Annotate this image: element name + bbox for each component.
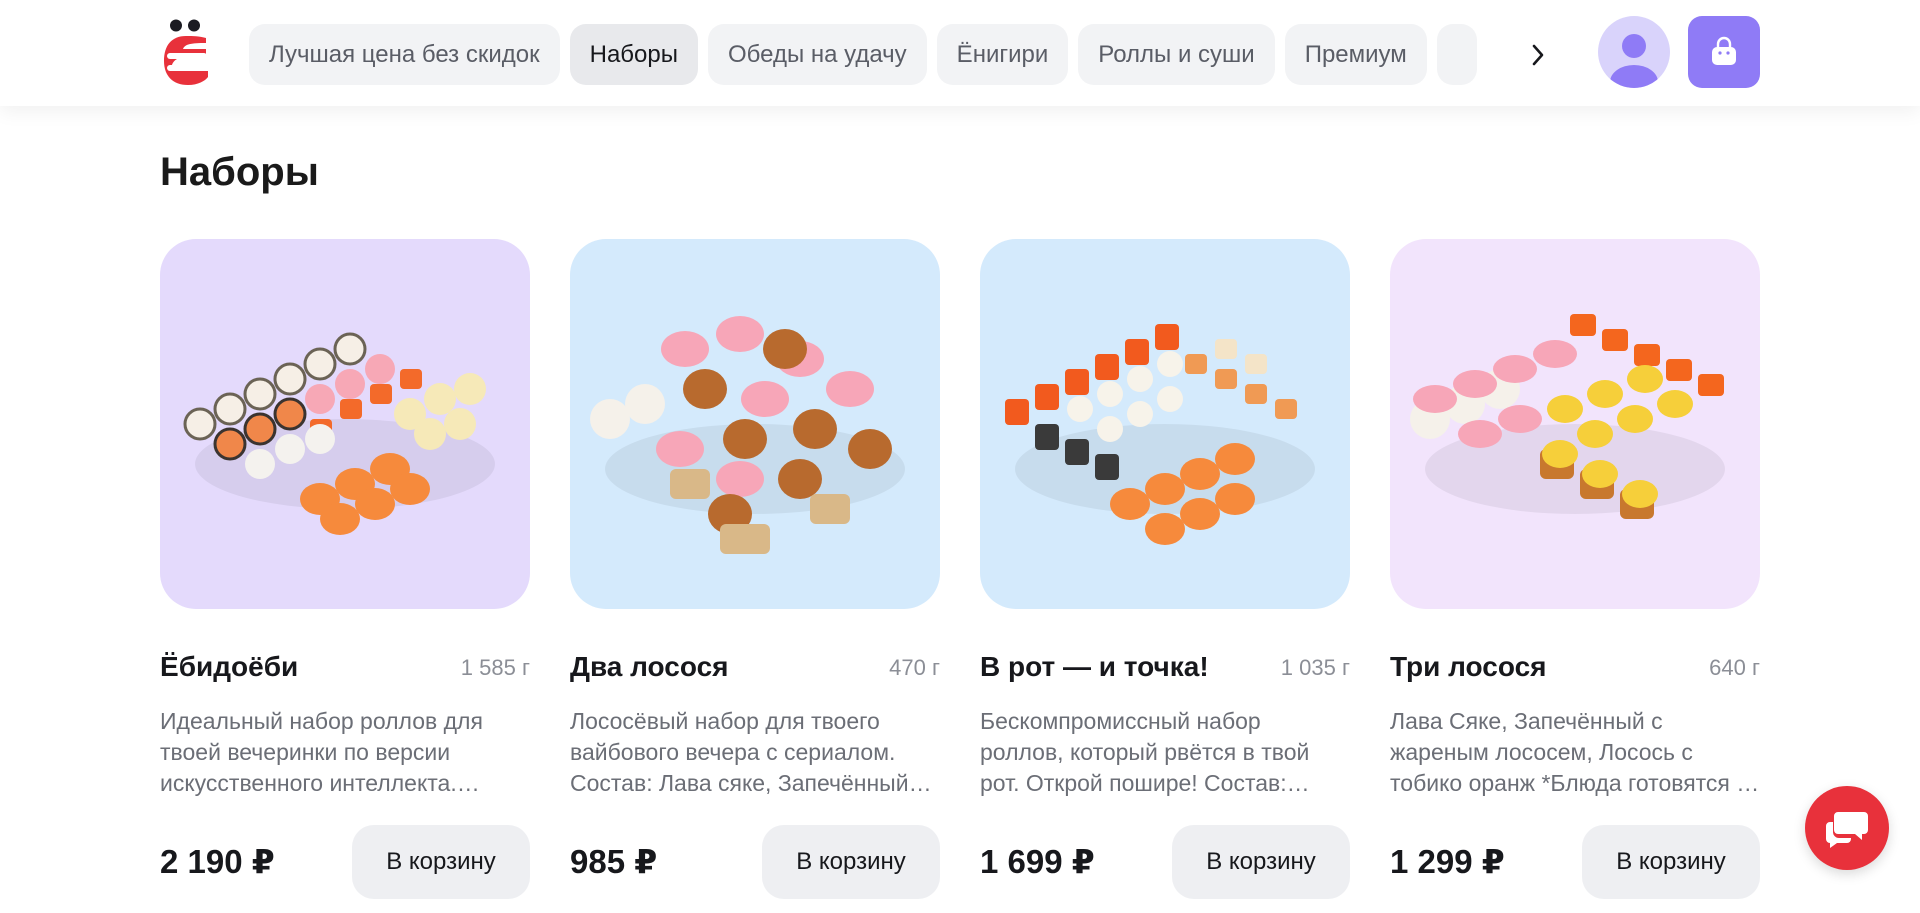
add-to-cart-button[interactable]: В корзину <box>1582 825 1760 899</box>
product-name[interactable]: Три лосося <box>1390 651 1547 683</box>
add-to-cart-button[interactable]: В корзину <box>762 825 940 899</box>
tab-label: Лучшая цена без скидок <box>269 41 540 68</box>
chevron-right-icon <box>1530 43 1546 67</box>
profile-button[interactable] <box>1598 16 1670 88</box>
product-description: Лава Сяке, Запечённый с жареным лососем,… <box>1390 708 1760 796</box>
support-chat-button[interactable] <box>1805 786 1889 870</box>
add-to-cart-button[interactable]: В корзину <box>1172 825 1350 899</box>
product-price: 2 190 ₽ <box>160 843 275 880</box>
product-image[interactable] <box>160 239 530 609</box>
chat-bubbles-icon <box>1824 808 1870 848</box>
site-header: Лучшая цена без скидок Наборы Обеды на у… <box>0 0 1920 106</box>
tab-onigiri[interactable]: Ёнигири <box>936 24 1069 85</box>
sushi-set-illustration <box>1005 324 1315 545</box>
tab-label: Наборы <box>589 41 678 68</box>
page-title: Наборы <box>160 150 319 194</box>
tab-sets[interactable]: Наборы <box>569 24 698 85</box>
product-price: 1 699 ₽ <box>980 843 1095 880</box>
category-tabs: Лучшая цена без скидок Наборы Обеды на у… <box>249 24 1517 86</box>
product-weight: 470 г <box>889 655 940 680</box>
product-weight: 1 585 г <box>460 655 530 680</box>
user-avatar-icon <box>1598 16 1670 88</box>
tab-premium[interactable]: Премиум <box>1284 24 1427 85</box>
shopping-bag-icon <box>1708 36 1740 68</box>
sushi-set-illustration <box>183 332 495 535</box>
product-description: Бескомпромиссный набор роллов, который р… <box>980 708 1310 796</box>
product-description: Идеальный набор роллов для твоей вечерин… <box>160 708 483 796</box>
product-weight: 640 г <box>1709 655 1760 680</box>
product-grid: Ёбидоёби 1 585 г Идеальный набор роллов … <box>160 239 1760 913</box>
add-to-cart-button[interactable]: В корзину <box>352 825 530 899</box>
tab-label: Премиум <box>1304 41 1407 68</box>
tab-best-price[interactable]: Лучшая цена без скидок <box>249 24 560 85</box>
tab-lucky-lunches[interactable]: Обеды на удачу <box>707 24 927 85</box>
tab-label: Обеды на удачу <box>727 41 907 68</box>
tab-label: Ёнигири <box>956 41 1049 68</box>
product-image[interactable] <box>570 239 940 609</box>
sushi-set-illustration <box>1410 314 1725 519</box>
eda-logo-icon[interactable] <box>161 19 211 87</box>
product-image[interactable] <box>980 239 1350 609</box>
tab-rolls-sushi[interactable]: Роллы и суши <box>1078 24 1275 85</box>
sushi-set-illustration <box>590 316 905 554</box>
tab-label: Роллы и суши <box>1098 41 1255 68</box>
product-description: Лососёвый набор для твоего вайбового веч… <box>570 708 909 796</box>
cart-button[interactable] <box>1688 16 1760 88</box>
product-price: 1 299 ₽ <box>1390 843 1505 880</box>
product-weight: 1 035 г <box>1280 655 1350 680</box>
product-name[interactable]: Два лосося <box>570 651 729 683</box>
product-name[interactable]: В рот — и точка! <box>980 651 1209 683</box>
product-image[interactable] <box>1390 239 1760 609</box>
product-price: 985 ₽ <box>570 843 658 880</box>
tabs-scroll-next-button[interactable] <box>1518 24 1558 85</box>
tab-partial[interactable] <box>1436 24 1477 85</box>
product-name[interactable]: Ёбидоёби <box>160 651 298 683</box>
